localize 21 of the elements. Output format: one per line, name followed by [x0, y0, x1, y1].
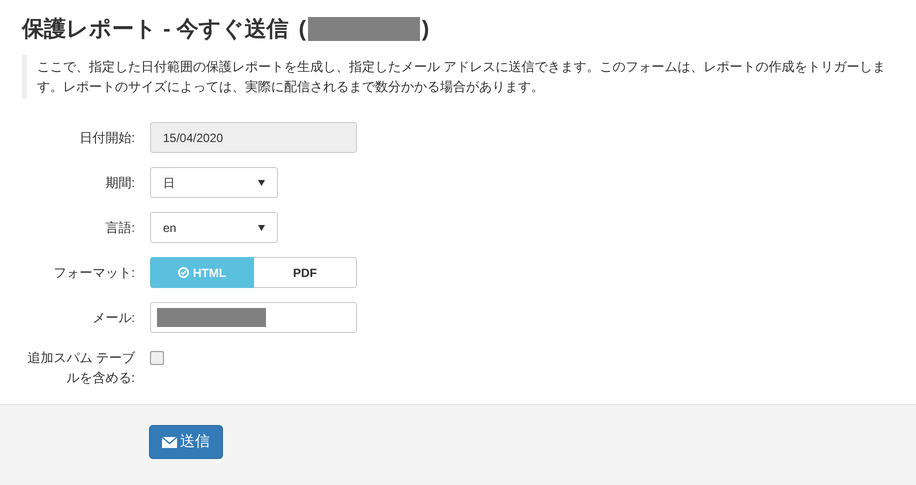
parenthesis: ) [422, 15, 430, 43]
select-field[interactable]: en [150, 212, 278, 243]
description-text: ここで、指定した日付範囲の保護レポートを生成し、指定したメール アドレスに送信できます。このフォームは、レポートの作成をトリガーします。レポートのサイズによっては、実際に配信されるまで数分かかる場合があります。 [22, 55, 902, 99]
page-title: 保護レポート - 今すぐ送信 [22, 15, 289, 43]
checkbox[interactable] [150, 351, 164, 365]
caret-icon [258, 224, 265, 230]
field-label: フォーマット: [52, 264, 136, 282]
email-field[interactable] [150, 302, 357, 333]
format-toggle[interactable]: PDF [254, 257, 357, 288]
parenthesis: ( [298, 15, 306, 43]
field-label: 日付開始: [78, 128, 136, 147]
field-label: 期間: [104, 174, 136, 192]
caret-icon [258, 180, 265, 186]
field-label: 追加スパム テーブルを含める: [26, 349, 136, 387]
envelope-icon [162, 436, 177, 448]
date-field[interactable]: 15/04/2020 [150, 122, 357, 153]
select-field[interactable]: 日 [150, 167, 278, 198]
field-label: 言語: [104, 218, 136, 237]
submit-button[interactable]: 送信 [149, 425, 223, 459]
check-circle-icon [178, 267, 189, 278]
field-label: メール: [91, 308, 136, 327]
